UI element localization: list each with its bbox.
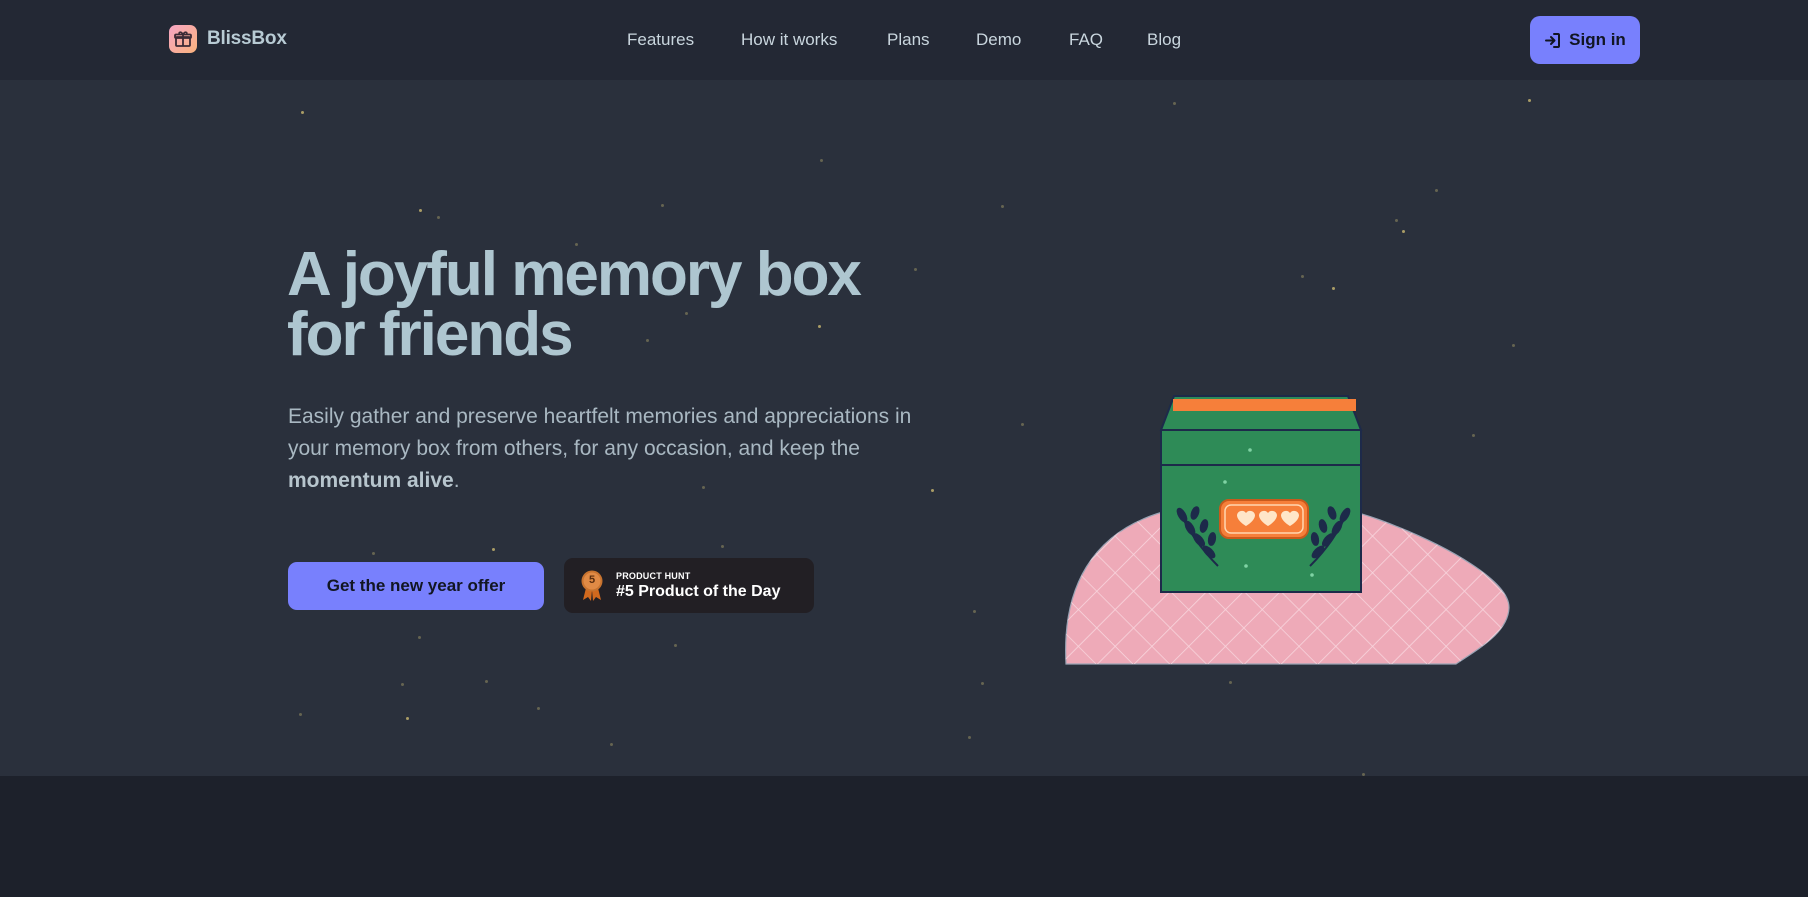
description-end: . bbox=[453, 469, 460, 492]
description-emphasis: momentum alive bbox=[288, 469, 454, 492]
nav-link-features[interactable]: Features bbox=[627, 30, 694, 50]
headline-line-1: A joyful memory box bbox=[287, 240, 862, 309]
badge-texts: PRODUCT HUNT #5 Product of the Day bbox=[616, 571, 780, 601]
badge-title: #5 Product of the Day bbox=[616, 582, 781, 600]
nav-link-blog[interactable]: Blog bbox=[1147, 30, 1181, 50]
product-hunt-badge[interactable]: 5 PRODUCT HUNT #5 Product of the Day bbox=[564, 558, 814, 613]
sign-in-label: Sign in bbox=[1569, 30, 1626, 49]
hero-section: A joyful memory box for friends Easily g… bbox=[0, 80, 1808, 776]
nav-link-demo[interactable]: Demo bbox=[976, 30, 1021, 50]
gift-box-icon bbox=[1159, 395, 1363, 593]
nav-link-faq[interactable]: FAQ bbox=[1069, 30, 1103, 50]
headline-line-2: for friends bbox=[287, 300, 574, 369]
new-year-offer-button[interactable]: Get the new year offer bbox=[288, 562, 544, 610]
medal-number: 5 bbox=[588, 573, 596, 586]
nav-link-plans[interactable]: Plans bbox=[887, 30, 930, 50]
medal-icon: 5 bbox=[580, 570, 604, 602]
nav-link-how-it-works[interactable]: How it works bbox=[741, 30, 837, 50]
badge-label: PRODUCT HUNT bbox=[616, 570, 691, 581]
sign-in-button[interactable]: Sign in bbox=[1530, 16, 1640, 64]
sign-in-icon bbox=[1544, 32, 1561, 49]
memory-box-illustration bbox=[1060, 370, 1520, 670]
top-navbar: BlissBox Features How it works Plans Dem… bbox=[0, 0, 1808, 80]
hero-description: Easily gather and preserve heartfelt mem… bbox=[288, 401, 948, 497]
hero-headline: A joyful memory box for friends bbox=[287, 244, 927, 366]
description-text: Easily gather and preserve heartfelt mem… bbox=[288, 405, 912, 460]
